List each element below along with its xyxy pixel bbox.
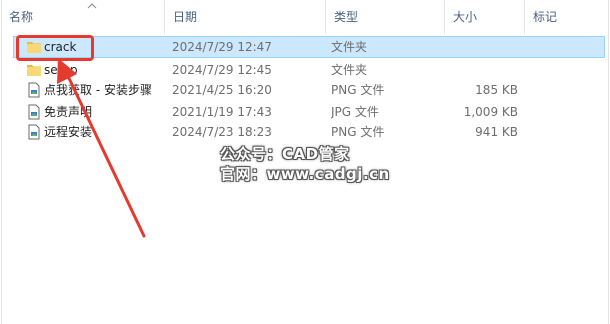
watermark-line2: 官网：www.cadgj.cn [220, 165, 390, 183]
watermark-line1: 公众号：CAD管家 [220, 145, 350, 163]
